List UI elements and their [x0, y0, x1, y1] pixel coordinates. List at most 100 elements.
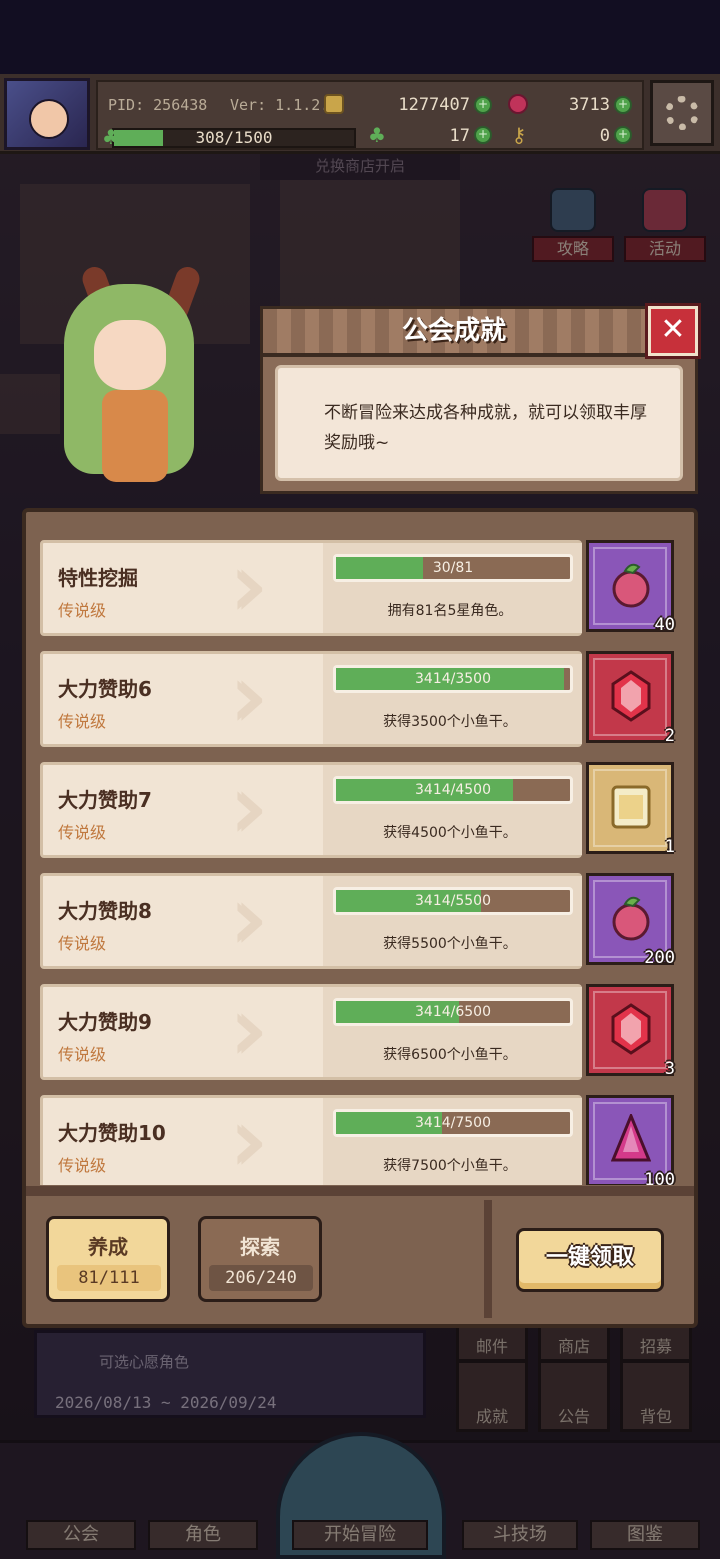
- achievement-card: ›› 大力赞助9 传说级 3414/6500 获得6500个小鱼干。: [40, 984, 582, 1080]
- achievement-card: ›› 大力赞助6 传说级 3414/3500 获得3500个小鱼干。: [40, 651, 582, 747]
- progress-text: 3414/4500: [415, 782, 491, 798]
- reward-quantity: 2: [664, 726, 675, 746]
- avatar-face: [29, 99, 69, 139]
- gold-amount: 1277407: [398, 95, 470, 115]
- achievement-name: 大力赞助8: [58, 899, 152, 923]
- achievement-description: 获得5500个小鱼干。: [383, 936, 517, 952]
- achievement-card: ›› 大力赞助10 传说级 3414/7500 获得7500个小鱼干。: [40, 1095, 582, 1185]
- character-body: [102, 390, 168, 482]
- reward-quantity: 3: [664, 1059, 675, 1079]
- achievement-row[interactable]: ›› 特性挖掘传说级 30/81 拥有81名5星角色。 40: [40, 540, 680, 638]
- progress-text: 3414/3500: [415, 671, 491, 687]
- ruby-icon: [611, 1003, 651, 1055]
- chevron-decoration-icon: ››: [233, 541, 313, 633]
- chevron-decoration-icon: ››: [233, 985, 313, 1077]
- achievement-description: 获得7500个小鱼干。: [383, 1158, 517, 1174]
- crystal-icon: [610, 1112, 652, 1166]
- achievement-card: ›› 大力赞助7 传说级 3414/4500 获得4500个小鱼干。: [40, 762, 582, 858]
- achievement-row[interactable]: ›› 大力赞助6 传说级 3414/3500 获得3500个小鱼干。 2: [40, 651, 680, 749]
- claim-all-button[interactable]: 一键领取: [516, 1228, 664, 1292]
- gear-icon: [665, 96, 699, 130]
- reward-quantity: 40: [654, 615, 675, 635]
- progress-text: 3414/7500: [415, 1115, 491, 1131]
- achievement-row[interactable]: ›› 大力赞助10 传说级 3414/7500 获得7500个小鱼干。 100: [40, 1095, 680, 1185]
- fruit-icon: [611, 892, 651, 944]
- chevron-decoration-icon: ››: [233, 874, 313, 966]
- reward-slot[interactable]: 40: [586, 540, 675, 635]
- achievement-rank: 传说级: [58, 601, 107, 620]
- reward-slot[interactable]: 3: [586, 984, 675, 1079]
- description-frame: 不断冒险来达成各种成就，就可以领取丰厚奖励哦~: [260, 354, 698, 494]
- add-key-icon[interactable]: +: [614, 126, 632, 144]
- stamina-bar: 308/1500: [112, 128, 356, 148]
- add-gold-icon[interactable]: +: [474, 96, 492, 114]
- achievement-name: 大力赞助6: [58, 677, 152, 701]
- resource-panel: PID: 256438 Ver: 1.1.2.4 1277407 + 3713 …: [96, 80, 644, 150]
- achievement-progress-bar: 3414/5500: [333, 887, 573, 915]
- reward-slot[interactable]: 100: [586, 1095, 675, 1185]
- achievement-rank: 传说级: [58, 1045, 107, 1064]
- tab-training-count: 81/111: [57, 1265, 161, 1291]
- player-id: PID: 256438: [108, 96, 208, 114]
- dialog-description: 不断冒险来达成各种成就，就可以领取丰厚奖励哦~: [324, 403, 647, 453]
- reward-slot[interactable]: 200: [586, 873, 675, 968]
- dialog-title: 公会成就: [401, 316, 506, 346]
- ruby-icon: [508, 94, 528, 114]
- achievement-card: ›› 特性挖掘传说级 30/81 拥有81名5星角色。: [40, 540, 582, 636]
- add-gem-icon[interactable]: +: [614, 96, 632, 114]
- key-amount: 0: [599, 126, 610, 146]
- achievement-row[interactable]: ›› 大力赞助7 传说级 3414/4500 获得4500个小鱼干。 1: [40, 762, 680, 860]
- progress-text: 3414/6500: [415, 1004, 491, 1020]
- reward-slot[interactable]: 1: [586, 762, 675, 857]
- achievement-row[interactable]: ›› 大力赞助9 传说级 3414/6500 获得6500个小鱼干。 3: [40, 984, 680, 1082]
- ticket-icon: [611, 781, 651, 833]
- fruit-icon: [611, 559, 651, 611]
- footer-separator: [26, 1186, 694, 1196]
- add-clover-icon[interactable]: +: [474, 126, 492, 144]
- chevron-decoration-icon: ››: [233, 652, 313, 744]
- clover-icon: ♣: [102, 125, 120, 149]
- achievement-progress-bar: 30/81: [333, 554, 573, 582]
- achievement-list[interactable]: ›› 特性挖掘传说级 30/81 拥有81名5星角色。 40 ›› 大力赞助6 传说级 3414…: [40, 540, 680, 1185]
- achievement-rank: 传说级: [58, 712, 107, 731]
- achievement-rank: 传说级: [58, 823, 107, 842]
- achievement-progress-bar: 3414/6500: [333, 998, 573, 1026]
- close-button[interactable]: ✕: [648, 306, 698, 356]
- gold-coin-icon: [324, 94, 344, 114]
- key-icon: ⚷: [511, 123, 527, 147]
- character-face: [94, 320, 166, 390]
- achievement-progress-bar: 3414/3500: [333, 665, 573, 693]
- chevron-decoration-icon: ››: [233, 1096, 313, 1186]
- achievement-card: ›› 大力赞助8 传说级 3414/5500 获得5500个小鱼干。: [40, 873, 582, 969]
- achievement-name: 大力赞助10: [58, 1121, 166, 1145]
- reward-quantity: 100: [644, 1170, 675, 1185]
- player-avatar[interactable]: [4, 78, 90, 150]
- achievement-progress-bar: 3414/4500: [333, 776, 573, 804]
- status-bar-area: [0, 0, 720, 74]
- tab-explore-count: 206/240: [209, 1265, 313, 1291]
- ruby-icon: [611, 670, 651, 722]
- guide-character: [30, 262, 240, 512]
- achievement-progress-bar: 3414/7500: [333, 1109, 573, 1137]
- progress-text: 30/81: [432, 560, 474, 576]
- footer-divider: [484, 1200, 492, 1318]
- achievement-row[interactable]: ›› 大力赞助8 传说级 3414/5500 获得5500个小鱼干。 200: [40, 873, 680, 971]
- chevron-decoration-icon: ››: [233, 763, 313, 855]
- reward-slot[interactable]: 2: [586, 651, 675, 746]
- tab-explore-label: 探索: [240, 1235, 280, 1259]
- reward-quantity: 200: [644, 948, 675, 968]
- tab-explore[interactable]: 探索 206/240: [198, 1216, 322, 1302]
- claim-all-label: 一键领取: [545, 1245, 634, 1270]
- clover-amount: 17: [449, 126, 470, 146]
- achievement-description: 获得3500个小鱼干。: [383, 714, 517, 730]
- description-card: 不断冒险来达成各种成就，就可以领取丰厚奖励哦~: [275, 365, 683, 481]
- dialog-title-bar: 公会成就: [260, 306, 648, 356]
- tab-training[interactable]: 养成 81/111: [46, 1216, 170, 1302]
- stamina-value: 308/1500: [195, 128, 273, 147]
- tab-training-label: 养成: [88, 1235, 128, 1259]
- reward-quantity: 1: [664, 837, 675, 857]
- achievement-description: 获得6500个小鱼干。: [383, 1047, 517, 1063]
- achievement-name: 大力赞助9: [58, 1010, 152, 1034]
- settings-button[interactable]: [650, 80, 714, 146]
- clover-icon: ♣: [368, 123, 386, 147]
